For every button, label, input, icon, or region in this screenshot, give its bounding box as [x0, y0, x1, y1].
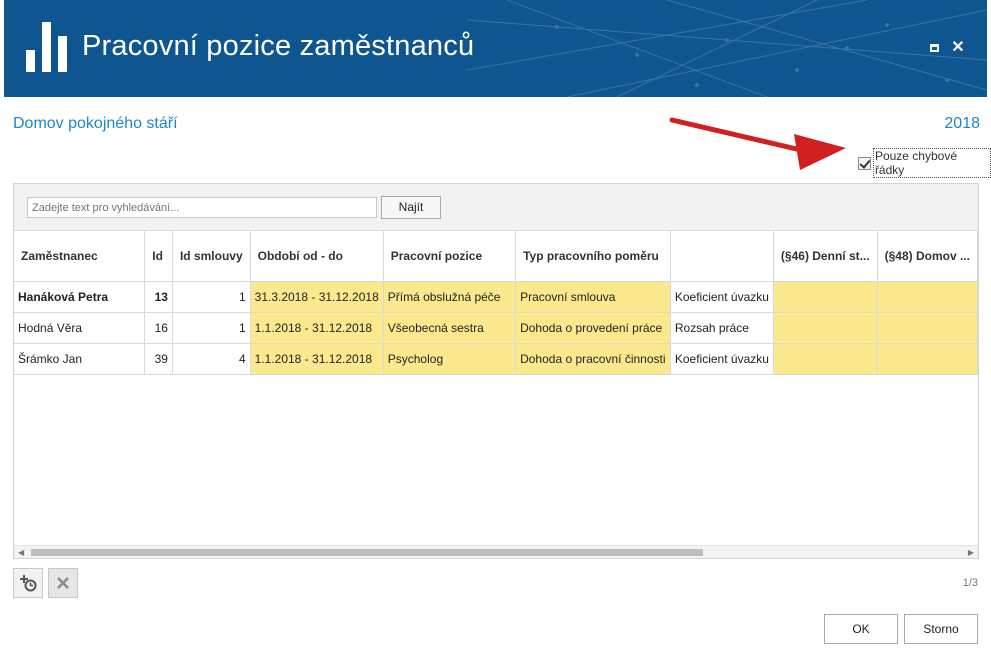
page-title: Pracovní pozice zaměstnanců: [82, 30, 475, 62]
column-header-contract-id[interactable]: Id smlouvy: [172, 231, 251, 282]
table-row[interactable]: Šrámko Jan 39 4 1.1.2018 - 31.12.2018 Ps…: [14, 343, 978, 375]
scroll-right-icon[interactable]: ▶: [968, 548, 974, 557]
cell-employment-type[interactable]: Dohoda o pracovní činnosti: [515, 343, 671, 375]
cell-position[interactable]: Všeobecná sestra: [383, 312, 517, 344]
bar-chart-icon: [26, 22, 67, 72]
search-input[interactable]: [27, 197, 377, 218]
column-header-46[interactable]: (§46) Denní st...: [773, 231, 878, 282]
column-header-48[interactable]: (§48) Domov ...: [877, 231, 978, 282]
table-header-row: Zaměstnanec Id Id smlouvy Období od - do…: [14, 231, 978, 282]
organization-name: Domov pokojného stáří: [13, 115, 178, 132]
add-schedule-icon: [20, 575, 37, 592]
table-row[interactable]: Hodná Věra 16 1 1.1.2018 - 31.12.2018 Vš…: [14, 312, 978, 344]
cell-employment-type[interactable]: Dohoda o provedení práce: [515, 312, 671, 344]
cell-measure[interactable]: Koeficient úvazku: [670, 281, 774, 313]
horizontal-scrollbar[interactable]: ◀ ▶: [14, 545, 978, 558]
column-header-id[interactable]: Id: [144, 231, 173, 282]
only-error-rows-checkbox[interactable]: Pouze chybové řádky: [858, 148, 991, 178]
ok-button[interactable]: OK: [824, 614, 898, 644]
maximize-icon: [930, 44, 939, 52]
cell-measure[interactable]: Rozsah práce: [670, 312, 774, 344]
only-error-rows-label[interactable]: Pouze chybové řádky: [872, 148, 991, 178]
cell-employee[interactable]: Šrámko Jan: [14, 343, 146, 375]
year-label: 2018: [944, 115, 980, 132]
table-row[interactable]: Hanáková Petra 13 1 31.3.2018 - 31.12.20…: [14, 281, 978, 313]
cell-period[interactable]: 1.1.2018 - 31.12.2018: [250, 312, 384, 344]
delete-button[interactable]: [48, 568, 78, 598]
column-header-employee[interactable]: Zaměstnanec: [14, 231, 146, 282]
maximize-button[interactable]: [927, 40, 943, 56]
positions-grid: Najít Zaměstnanec Id Id smlouvy Období o…: [13, 183, 979, 559]
search-bar: Najít: [14, 184, 978, 231]
cancel-button[interactable]: Storno: [904, 614, 978, 644]
cell-46[interactable]: [773, 281, 878, 313]
delete-icon: [57, 577, 69, 589]
cell-contract-id[interactable]: 1: [172, 281, 251, 313]
close-button[interactable]: ✕: [950, 40, 966, 56]
cell-id[interactable]: 13: [144, 281, 173, 313]
cell-employee[interactable]: Hodná Věra: [14, 312, 146, 344]
cell-48[interactable]: [877, 281, 978, 313]
cell-period[interactable]: 31.3.2018 - 31.12.2018: [250, 281, 384, 313]
checkbox-checked-icon[interactable]: [858, 156, 871, 170]
add-button[interactable]: [13, 568, 43, 598]
cell-id[interactable]: 39: [144, 343, 173, 375]
cell-48[interactable]: [877, 343, 978, 375]
annotation-arrow: [669, 117, 846, 170]
cell-measure[interactable]: Koeficient úvazku: [670, 343, 774, 375]
cell-employee[interactable]: Hanáková Petra: [14, 281, 146, 313]
find-button[interactable]: Najít: [381, 196, 441, 219]
scrollbar-thumb[interactable]: [31, 549, 703, 556]
column-header-employment-type[interactable]: Typ pracovního poměru: [515, 231, 671, 282]
cell-position[interactable]: Přímá obslužná péče: [383, 281, 517, 313]
cell-employment-type[interactable]: Pracovní smlouva: [515, 281, 671, 313]
cell-position[interactable]: Psycholog: [383, 343, 517, 375]
header-pattern: [467, 0, 987, 97]
page-indicator: 1/3: [962, 577, 978, 589]
cell-46[interactable]: [773, 343, 878, 375]
column-header-position[interactable]: Pracovní pozice: [383, 231, 517, 282]
cell-period[interactable]: 1.1.2018 - 31.12.2018: [250, 343, 384, 375]
column-header-period[interactable]: Období od - do: [250, 231, 384, 282]
cell-contract-id[interactable]: 1: [172, 312, 251, 344]
cell-contract-id[interactable]: 4: [172, 343, 251, 375]
positions-table: Zaměstnanec Id Id smlouvy Období od - do…: [14, 231, 978, 375]
cell-id[interactable]: 16: [144, 312, 173, 344]
scroll-left-icon[interactable]: ◀: [18, 548, 24, 557]
title-bar: Pracovní pozice zaměstnanců: [4, 0, 987, 97]
close-icon: ✕: [951, 39, 965, 56]
cell-48[interactable]: [877, 312, 978, 344]
column-header-measure[interactable]: [670, 231, 774, 282]
cell-46[interactable]: [773, 312, 878, 344]
